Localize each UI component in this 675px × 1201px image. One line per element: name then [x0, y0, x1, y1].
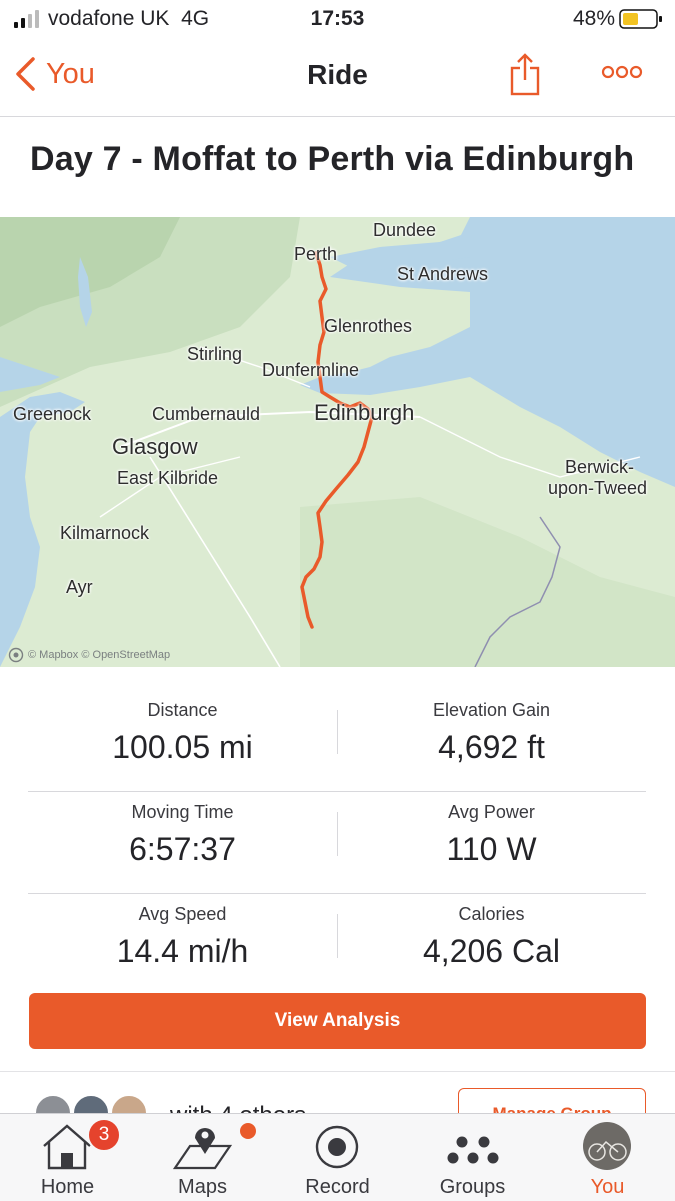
map-label-cumbernauld: Cumbernauld [152, 404, 261, 424]
tab-label: Groups [439, 1176, 506, 1198]
stats-row: Distance 100.05 mi Elevation Gain 4,692 … [28, 690, 646, 792]
map-label-stirling: Stirling [187, 344, 243, 364]
more-icon [601, 65, 643, 79]
stat-avg-speed: Avg Speed 14.4 mi/h [116, 904, 249, 969]
map-label-dundee: Dundee [373, 220, 437, 240]
stats-row: Avg Speed 14.4 mi/h Calories 4,206 Cal [28, 894, 646, 995]
view-analysis-button[interactable]: View Analysis [29, 993, 646, 1049]
map-label-glenrothes: Glenrothes [324, 316, 413, 336]
tab-label: Home [40, 1176, 95, 1198]
notification-badge: 3 [87, 1118, 121, 1152]
mapbox-logo-icon [8, 647, 24, 663]
manage-group-button[interactable]: Manage Group [458, 1088, 646, 1114]
tab-you[interactable]: You [540, 1114, 675, 1201]
map-label-edinburgh: Edinburgh [314, 400, 415, 425]
tab-maps[interactable]: Maps [135, 1114, 270, 1201]
tab-groups[interactable]: Groups [405, 1114, 540, 1201]
tab-label: Maps [178, 1176, 227, 1198]
map-label-upon-tweed: upon-Tweed [548, 478, 648, 498]
groups-icon [447, 1136, 499, 1164]
tab-record[interactable]: Record [270, 1114, 405, 1201]
map-label-perth: Perth [294, 244, 338, 264]
map-attribution[interactable]: © Mapbox © OpenStreetMap [8, 647, 170, 663]
profile-avatar-icon [583, 1122, 631, 1170]
avatar[interactable] [72, 1094, 110, 1114]
activity-title: Day 7 - Moffat to Perth via Edinburgh [30, 140, 635, 178]
stat-avg-power: Avg Power 110 W [446, 802, 537, 867]
map-label-greenock: Greenock [13, 404, 92, 424]
stats-row: Moving Time 6:57:37 Avg Power 110 W [28, 792, 646, 894]
more-options-button[interactable] [600, 64, 644, 85]
map-label-ayr: Ayr [66, 577, 93, 597]
stat-calories: Calories 4,206 Cal [423, 904, 560, 969]
new-indicator-dot [240, 1123, 256, 1139]
status-bar: vodafone UK 4G 17:53 48% [0, 0, 675, 38]
route-map[interactable]: Dundee Perth St Andrews Glenrothes Stirl… [0, 217, 675, 668]
map-canvas [0, 217, 675, 668]
stat-moving-time: Moving Time 6:57:37 [129, 802, 236, 867]
map-label-kilmarnock: Kilmarnock [60, 523, 150, 543]
share-button[interactable] [508, 52, 542, 101]
stat-elevation-gain: Elevation Gain 4,692 ft [432, 700, 551, 765]
tab-home[interactable]: 3 Home [0, 1114, 135, 1201]
stats-grid: Distance 100.05 mi Elevation Gain 4,692 … [28, 690, 646, 995]
share-icon [510, 53, 540, 96]
tab-label: Record [305, 1176, 370, 1198]
map-label-dunfermline: Dunfermline [262, 360, 360, 380]
group-activity-strip: with 4 others Manage Group [0, 1071, 675, 1114]
avatar[interactable] [34, 1094, 72, 1114]
tab-bar: 3 Home Maps Record Groups You [0, 1113, 675, 1201]
map-label-st-andrews: St Andrews [397, 264, 489, 284]
navigation-bar: You Ride [0, 38, 675, 117]
map-label-berwick: Berwick- [565, 457, 635, 477]
battery-percent: 48% [572, 7, 615, 30]
page-title: Ride [307, 59, 368, 90]
battery-icon [619, 9, 662, 29]
record-icon [315, 1125, 359, 1169]
tab-label: You [590, 1176, 625, 1198]
avatar[interactable] [110, 1094, 148, 1114]
stat-distance: Distance 100.05 mi [112, 700, 253, 765]
map-label-east-kilbride: East Kilbride [117, 468, 219, 488]
map-label-glasgow: Glasgow [112, 434, 198, 459]
